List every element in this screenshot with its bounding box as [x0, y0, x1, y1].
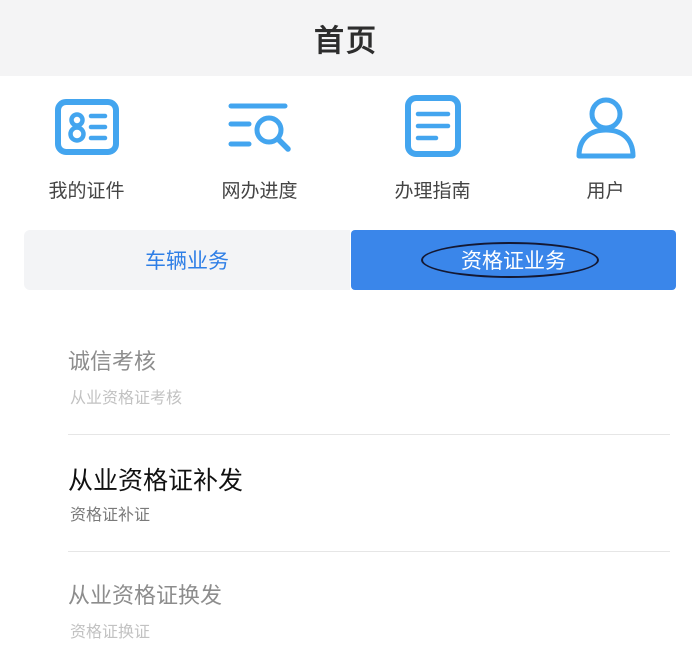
page-header: 首页 — [0, 0, 692, 76]
service-subtitle: 资格证换证 — [70, 622, 151, 641]
tab-vehicle-business[interactable]: 车辆业务 — [24, 230, 350, 290]
online-progress-button[interactable]: 网办进度 — [173, 76, 346, 224]
list-item[interactable]: 从业资格证换发 资格证换证 — [68, 552, 670, 670]
quick-action-label: 办理指南 — [394, 180, 471, 202]
user-icon — [576, 97, 635, 159]
service-subtitle: 从业资格证考核 — [70, 388, 183, 407]
service-subtitle: 资格证补证 — [70, 505, 151, 524]
id-card-icon — [54, 99, 119, 155]
tab-label: 资格证业务 — [461, 249, 566, 273]
tab-qualification-business[interactable]: 资格证业务 — [351, 230, 676, 290]
service-title: 诚信考核 — [68, 350, 157, 375]
list-item[interactable]: 从业资格证补发 资格证补证 — [68, 435, 670, 553]
quick-action-label: 我的证件 — [48, 180, 125, 202]
list-item[interactable]: 诚信考核 从业资格证考核 — [68, 318, 670, 436]
service-title: 从业资格证补发 — [68, 466, 244, 495]
tab-label: 车辆业务 — [145, 249, 229, 273]
service-title: 从业资格证换发 — [68, 584, 223, 609]
quick-actions: 我的证件 网办进度 办理指南 用户 — [0, 76, 692, 224]
quick-action-label: 网办进度 — [221, 180, 298, 202]
business-tabs: 车辆业务 资格证业务 — [24, 230, 676, 290]
user-button[interactable]: 用户 — [519, 76, 692, 224]
my-certificates-button[interactable]: 我的证件 — [0, 76, 173, 224]
page-title: 首页 — [314, 24, 378, 59]
search-list-icon — [228, 103, 291, 152]
quick-action-label: 用户 — [586, 180, 625, 202]
handling-guide-button[interactable]: 办理指南 — [346, 76, 519, 224]
guide-document-icon — [404, 95, 461, 157]
